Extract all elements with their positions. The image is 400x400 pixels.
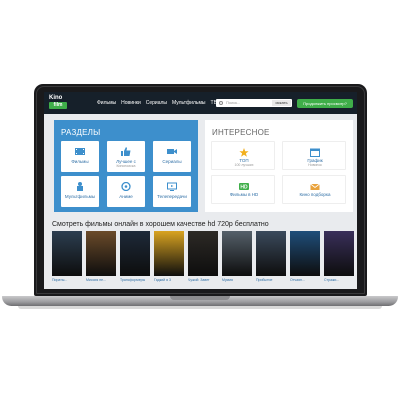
star-icon — [239, 148, 249, 157]
poster-caption[interactable]: Пираты... — [52, 278, 82, 282]
poster-caption[interactable]: Отчаян... — [290, 278, 320, 282]
continue-watching-button[interactable]: Продолжить просмотр? — [297, 99, 353, 108]
envelope-icon — [310, 183, 320, 190]
laptop-screen: Kino film Фильмы Новинки Сериалы Мультфи… — [44, 92, 357, 289]
page-heading: Смотреть фильмы онлайн в хорошем качеств… — [52, 221, 269, 228]
film-icon — [75, 148, 85, 155]
poster-3[interactable] — [120, 231, 150, 276]
tile-films[interactable]: Фильмы — [61, 141, 99, 172]
svg-text:HD: HD — [240, 185, 248, 191]
poster-caption[interactable]: Миссия не... — [86, 278, 116, 282]
poster-7[interactable] — [256, 231, 286, 276]
tile-top-100[interactable]: ТОП 100 лучших — [211, 141, 275, 170]
tile-series[interactable]: Сериалы — [153, 141, 191, 172]
tile-tv-shows[interactable]: Телепередачи — [153, 176, 191, 207]
tile-label: Кино подборка — [299, 192, 331, 197]
laptop-notch — [170, 296, 230, 300]
poster-strip: Пираты... Миссия не... Трансформеры Гадк… — [52, 231, 355, 283]
poster-8[interactable] — [290, 231, 320, 276]
tile-hd-films[interactable]: HD Фильмы в HD — [211, 175, 275, 204]
tile-schedule[interactable]: График Новинок — [282, 141, 346, 170]
tile-cartoons[interactable]: Мультфильмы — [61, 176, 99, 207]
top-navigation: Kino film Фильмы Новинки Сериалы Мультфи… — [44, 92, 357, 114]
poster-4[interactable] — [154, 231, 184, 276]
tile-label: Телепередачи — [157, 194, 187, 199]
nav-link-cartoons[interactable]: Мультфильмы — [172, 100, 206, 106]
tile-anime[interactable]: Аниме — [107, 176, 145, 207]
poster-2[interactable] — [86, 231, 116, 276]
poster-6[interactable] — [222, 231, 252, 276]
nav-links: Фильмы Новинки Сериалы Мультфильмы ТВ — [97, 100, 222, 106]
poster-5[interactable] — [188, 231, 218, 276]
search-button[interactable]: искать — [272, 100, 291, 106]
tile-selection[interactable]: Кино подборка — [282, 175, 346, 204]
poster-caption[interactable]: Мумия — [222, 278, 252, 282]
poster-caption[interactable]: Трансформеры — [120, 278, 150, 282]
anime-icon — [121, 182, 131, 191]
logo-word-top: Kino — [49, 95, 63, 101]
tv-icon — [167, 182, 177, 191]
search-input[interactable]: Поиск... искать — [216, 99, 292, 107]
tile-best-kinopoisk[interactable]: Лучшее с Кинопоиска — [107, 141, 145, 172]
sections-title: РАЗДЕЛЫ — [61, 128, 101, 137]
poster-9[interactable] — [324, 231, 354, 276]
thumbs-up-icon — [121, 147, 131, 156]
cartoon-icon — [77, 182, 83, 191]
tile-sublabel: Кинопоиска — [116, 164, 136, 168]
poster-caption[interactable]: Чужой: Завет — [188, 278, 218, 282]
hd-icon: HD — [239, 183, 249, 191]
logo-word-bottom: film — [49, 102, 67, 109]
poster-1[interactable] — [52, 231, 82, 276]
tile-label: Аниме — [119, 194, 133, 199]
tile-label: Мультфильмы — [64, 194, 96, 199]
poster-caption[interactable]: Прибытие — [256, 278, 286, 282]
calendar-icon — [310, 148, 320, 157]
nav-link-new[interactable]: Новинки — [121, 100, 141, 106]
nav-link-series[interactable]: Сериалы — [146, 100, 167, 106]
poster-caption[interactable]: Гадкий я 3 — [154, 278, 184, 282]
search-icon — [219, 101, 223, 105]
sections-panel: РАЗДЕЛЫ Фильмы Лучшее с Кинопоиска Сериа… — [54, 120, 198, 212]
tile-label: Фильмы — [71, 159, 89, 164]
search-placeholder: Поиск... — [226, 100, 241, 105]
nav-link-films[interactable]: Фильмы — [97, 100, 116, 106]
tile-label: Фильмы в HD — [229, 192, 259, 197]
tile-label: Сериалы — [162, 159, 182, 164]
interesting-title: ИНТЕРЕСНОЕ — [212, 128, 270, 137]
poster-caption[interactable]: Стражи... — [324, 278, 354, 282]
site-logo[interactable]: Kino film — [49, 95, 69, 111]
video-camera-icon — [167, 149, 177, 154]
laptop-shadow — [18, 306, 382, 309]
interesting-panel: ИНТЕРЕСНОЕ ТОП 100 лучших График Новинок… — [205, 120, 353, 212]
tile-sublabel: 100 лучших — [234, 163, 254, 167]
tile-sublabel: Новинок — [308, 163, 322, 167]
